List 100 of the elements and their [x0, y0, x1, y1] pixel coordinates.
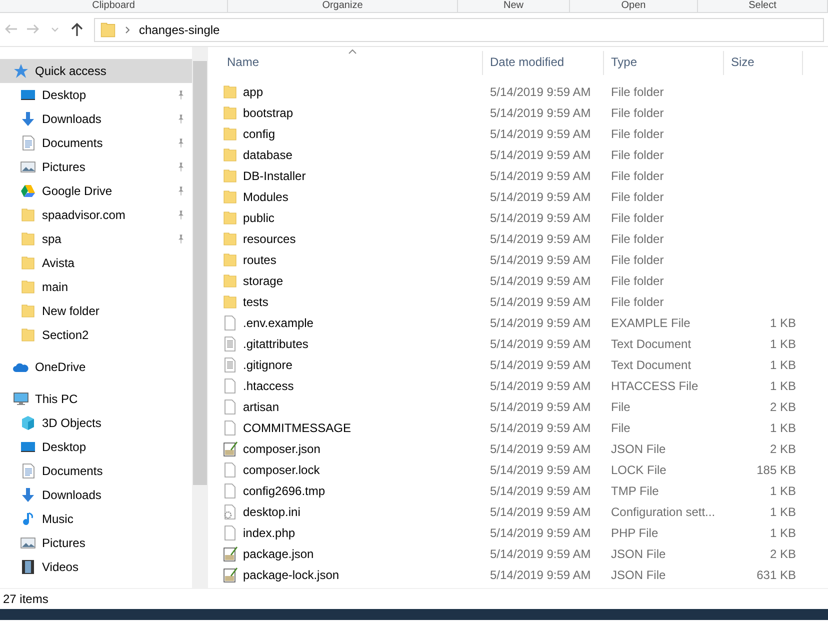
file-name[interactable]: resources	[243, 230, 296, 248]
nav-item[interactable]: Downloads	[0, 107, 192, 131]
up-button[interactable]	[69, 21, 85, 38]
file-type: EXAMPLE File	[610, 314, 692, 332]
column-header[interactable]: Date modified	[483, 51, 604, 75]
file-icon	[222, 378, 238, 394]
nav-item[interactable]: New folder	[0, 299, 192, 323]
file-name[interactable]: .env.example	[243, 314, 314, 332]
nav-item[interactable]: Videos	[0, 555, 192, 579]
date-modified: 5/14/2019 9:59 AM	[489, 482, 592, 500]
file-icon	[222, 398, 238, 414]
chevron-icon	[125, 26, 131, 34]
column-header[interactable]: Size	[724, 51, 803, 75]
nav-item[interactable]: Section2	[0, 323, 192, 347]
triangle-drive-icon	[20, 183, 36, 199]
nav-item[interactable]: Pictures	[0, 531, 192, 555]
file-name[interactable]: package.json	[243, 544, 314, 562]
folder-icon	[20, 207, 36, 223]
file-name[interactable]: .gitattributes	[243, 334, 308, 352]
nav-item[interactable]: 3D Objects	[0, 411, 192, 435]
file-name[interactable]: index.php	[243, 524, 296, 542]
file-type: File folder	[610, 146, 665, 164]
cube-icon	[20, 415, 36, 431]
nav-item[interactable]: spaadvisor.com	[0, 203, 192, 227]
file-type: File folder	[610, 84, 665, 100]
monitor-icon	[20, 439, 36, 455]
file-name[interactable]: COMMITMESSAGE	[243, 418, 352, 436]
folder-icon	[222, 84, 238, 100]
ribbon-group-label: Organize	[228, 0, 458, 12]
folder-icon	[222, 294, 238, 310]
ribbon-group-label: New	[458, 0, 570, 12]
file-name[interactable]: bootstrap	[243, 104, 294, 122]
nav-item[interactable]: Avista	[0, 251, 192, 275]
nav-item[interactable]: main	[0, 275, 192, 299]
file-type: PHP File	[610, 524, 660, 542]
nav-item[interactable]: Music	[0, 507, 192, 531]
file-name[interactable]: .gitignore	[243, 356, 292, 374]
file-name[interactable]: database	[243, 146, 292, 164]
date-modified: 5/14/2019 9:59 AM	[489, 168, 592, 184]
file-name[interactable]: config2696.tmp	[243, 482, 326, 500]
file-name[interactable]: artisan	[243, 398, 280, 416]
file-type: JSON File	[610, 566, 667, 584]
column-header[interactable]: Type	[604, 51, 724, 75]
date-modified: 5/14/2019 9:59 AM	[489, 126, 592, 142]
nav-item[interactable]: Desktop	[0, 83, 192, 107]
folder-icon	[222, 168, 238, 184]
nav-item[interactable]: Documents	[0, 131, 192, 155]
nav-item[interactable]: This PC	[0, 387, 192, 411]
text-file-icon	[222, 356, 238, 372]
scrollbar[interactable]	[192, 47, 208, 588]
file-name[interactable]: desktop.ini	[243, 502, 300, 520]
nav-item[interactable]: Desktop	[0, 435, 192, 459]
file-name[interactable]: package-lock.json	[243, 566, 340, 584]
text-file-icon	[222, 336, 238, 352]
star-icon	[13, 63, 29, 79]
file-size: 185 KB	[756, 462, 797, 478]
scrollbar-thumb[interactable]	[193, 61, 207, 485]
document-icon	[20, 135, 36, 151]
file-icon	[222, 524, 238, 540]
folder-icon	[99, 20, 117, 38]
date-modified: 5/14/2019 9:59 AM	[489, 210, 592, 226]
date-modified: 5/14/2019 9:59 AM	[489, 84, 592, 100]
file-type: File folder	[610, 126, 665, 142]
folder-icon	[222, 252, 238, 268]
date-modified: 5/14/2019 9:59 AM	[489, 146, 592, 164]
date-modified: 5/14/2019 9:59 AM	[489, 440, 592, 458]
file-name[interactable]: composer.lock	[243, 460, 320, 478]
folder-icon	[222, 188, 238, 204]
file-name[interactable]: config	[243, 124, 276, 142]
file-name[interactable]: .htaccess	[243, 376, 294, 394]
file-name[interactable]: routes	[243, 250, 276, 268]
file-size: 631 KB	[756, 566, 797, 584]
file-type: File	[610, 398, 632, 416]
nav-item[interactable]: OneDrive	[0, 355, 192, 379]
file-type: Text Document	[610, 336, 692, 352]
date-modified: 5/14/2019 9:59 AM	[489, 104, 592, 122]
file-type: File folder	[610, 294, 665, 310]
file-name[interactable]: DB-Installer	[243, 166, 306, 184]
folder-icon	[222, 146, 238, 162]
nav-item[interactable]: Pictures	[0, 155, 192, 179]
file-name[interactable]: app	[243, 82, 264, 100]
file-name[interactable]: public	[243, 208, 274, 226]
nav-item[interactable]: Downloads	[0, 483, 192, 507]
file-name[interactable]: Modules	[243, 188, 288, 206]
nav-item[interactable]: Quick access	[0, 59, 192, 83]
file-name[interactable]: composer.json	[243, 440, 320, 458]
column-header[interactable]: Name	[220, 51, 483, 75]
download-arrow-icon	[20, 111, 36, 127]
ribbon-group-label: Open	[570, 0, 698, 12]
file-name[interactable]: storage	[243, 272, 284, 290]
file-type: Configuration sett...	[610, 504, 716, 520]
address-bar[interactable]: changes-single	[94, 18, 824, 42]
file-name[interactable]: tests	[243, 292, 268, 310]
nav-item[interactable]: spa	[0, 227, 192, 251]
folder-icon	[222, 126, 238, 142]
nav-item[interactable]: Documents	[0, 459, 192, 483]
folder-icon	[20, 231, 36, 247]
date-modified: 5/14/2019 9:59 AM	[489, 462, 592, 478]
nav-item[interactable]: Google Drive	[0, 179, 192, 203]
file-type: TMP File	[610, 482, 660, 500]
